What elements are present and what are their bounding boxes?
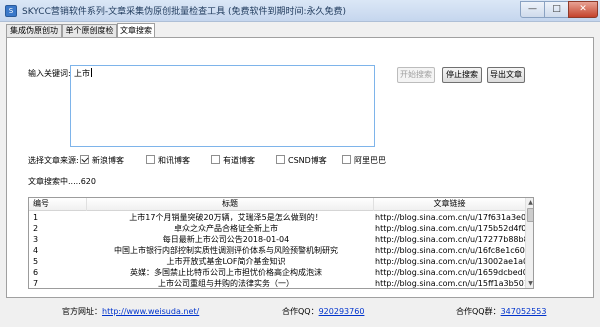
checkbox-icon[interactable]: [276, 155, 285, 164]
source-option-hexun[interactable]: 和讯博客: [146, 155, 190, 166]
source-option-label: 新浪博客: [92, 156, 124, 165]
scroll-thumb[interactable]: [527, 208, 533, 222]
qq-group-link[interactable]: 347052553: [501, 307, 547, 316]
table-row[interactable]: 4 中国上市银行内部控制实质性调测评价体系与风险预警机制研究 http://bl…: [29, 245, 525, 256]
source-option-sina[interactable]: 新浪博客: [80, 155, 124, 166]
table-row[interactable]: 1 上市17个月销量突破20万辆，艾瑞泽5是怎么做到的！ http://blog…: [29, 212, 525, 223]
cell-link: http://blog.sina.com.cn/u/17f631a3e0102x…: [375, 213, 525, 222]
keyword-input[interactable]: 上市: [70, 65, 375, 147]
checkbox-icon[interactable]: [146, 155, 155, 164]
source-option-csnd[interactable]: CSND博客: [276, 155, 327, 166]
table-row[interactable]: 5 上市开放式基金LOF简介基金知识 http://blog.sina.com.…: [29, 256, 525, 267]
cell-title: 上市公司重组与并购的法律实务（一）: [158, 279, 294, 288]
window-title: SKYCC营销软件系列-文章采集伪原创批量检查工具 (免费软件到期时间:永久免费…: [22, 7, 347, 17]
results-table: 编号 标题 文章链接 1 上市17个月销量突破20万辆，艾瑞泽5是怎么做到的！ …: [28, 197, 534, 289]
table-row[interactable]: 2 卓众之众产品合格证全新上市 http://blog.sina.com.cn/…: [29, 223, 525, 234]
source-option-label: 和讯博客: [158, 156, 190, 165]
export-articles-button[interactable]: 导出文章: [487, 67, 525, 83]
qq-group-label: 合作QQ群：: [456, 307, 501, 316]
checkbox-icon[interactable]: [211, 155, 220, 164]
table-row[interactable]: 7 上市公司重组与并购的法律实务（一） http://blog.sina.com…: [29, 278, 525, 288]
stop-search-button[interactable]: 停止搜索: [442, 67, 482, 83]
footer-qq-group: 合作QQ群：347052553: [456, 306, 546, 317]
footer-website: 官方网址：http://www.weisuda.net/: [62, 306, 199, 317]
cell-link: http://blog.sina.com.cn/u/15ff1a3b50102: [375, 279, 525, 288]
source-option-label: 有道博客: [223, 156, 255, 165]
column-header-title[interactable]: 标题: [87, 198, 374, 211]
column-header-link[interactable]: 文章链接: [374, 198, 525, 211]
cell-number: 2: [33, 224, 39, 233]
cell-link: http://blog.sina.com.cn/u/17277b88b80102…: [375, 235, 525, 244]
cell-title: 中国上市银行内部控制实质性调测评价体系与风险预警机制研究: [114, 246, 338, 255]
tab-article-search[interactable]: 文章搜索: [117, 23, 155, 38]
cell-number: 6: [33, 268, 39, 277]
close-button[interactable]: ✕: [568, 1, 598, 18]
cell-link: http://blog.sina.com.cn/u/1659dcbed0102x…: [375, 268, 525, 277]
cell-link: http://blog.sina.com.cn/u/13002ae1a0102x…: [375, 257, 525, 266]
scroll-up-icon[interactable]: ▲: [526, 198, 533, 207]
cell-number: 3: [33, 235, 39, 244]
cell-title: 上市开放式基金LOF简介基金知识: [166, 257, 286, 266]
tab-single-originality-check[interactable]: 单个原创度检查: [62, 24, 117, 47]
source-option-youdao[interactable]: 有道博客: [211, 155, 255, 166]
cell-number: 7: [33, 279, 39, 288]
source-label: 选择文章来源:: [28, 156, 79, 165]
keyword-label: 输入关键词:: [28, 69, 71, 78]
source-option-alibaba[interactable]: 阿里巴巴: [342, 155, 386, 166]
minimize-button[interactable]: —: [520, 1, 545, 18]
table-row[interactable]: 3 每日最新上市公司公告2018-01-04 http://blog.sina.…: [29, 234, 525, 245]
cell-link: http://blog.sina.com.cn/u/175b52d4f0102x…: [375, 224, 525, 233]
cell-number: 1: [33, 213, 39, 222]
keyword-value: 上市: [74, 69, 90, 78]
cell-link: http://blog.sina.com.cn/u/16fc8e1c60102x…: [375, 246, 525, 255]
qq-link[interactable]: 920293760: [319, 307, 365, 316]
vertical-scrollbar[interactable]: ▲ ▼: [525, 198, 533, 288]
cell-title: 卓众之众产品合格证全新上市: [174, 224, 278, 233]
website-link[interactable]: http://www.weisuda.net/: [102, 307, 199, 316]
footer-qq: 合作QQ：920293760: [282, 306, 364, 317]
website-label: 官方网址：: [62, 307, 102, 316]
table-header: 编号 标题 文章链接: [29, 198, 525, 211]
cell-title: 每日最新上市公司公告2018-01-04: [162, 235, 290, 244]
source-option-label: CSND博客: [288, 156, 327, 165]
maximize-button[interactable]: □: [544, 1, 569, 18]
cell-number: 5: [33, 257, 39, 266]
checkbox-icon[interactable]: [342, 155, 351, 164]
scroll-down-icon[interactable]: ▼: [526, 279, 533, 288]
table-row[interactable]: 6 英媒：多国禁止比特币公司上市担忧价格高企构成泡沫 http://blog.s…: [29, 267, 525, 278]
qq-label: 合作QQ：: [282, 307, 319, 316]
start-search-button[interactable]: 开始搜索: [397, 67, 435, 83]
checkbox-checked-icon[interactable]: [80, 155, 89, 164]
title-bar: S SKYCC营销软件系列-文章采集伪原创批量检查工具 (免费软件到期时间:永久…: [0, 0, 600, 22]
cell-number: 4: [33, 246, 39, 255]
tab-integrated-pseudo-original[interactable]: 集成伪原创功能: [6, 24, 62, 47]
app-icon: S: [5, 5, 17, 17]
cell-title: 英媒：多国禁止比特币公司上市担忧价格高企构成泡沫: [130, 268, 322, 277]
column-header-number[interactable]: 编号: [29, 198, 87, 211]
source-option-label: 阿里巴巴: [354, 156, 386, 165]
cell-title: 上市17个月销量突破20万辆，艾瑞泽5是怎么做到的！: [129, 213, 323, 222]
search-status: 文章搜索中.....620: [28, 177, 96, 186]
text-caret: [91, 68, 92, 77]
